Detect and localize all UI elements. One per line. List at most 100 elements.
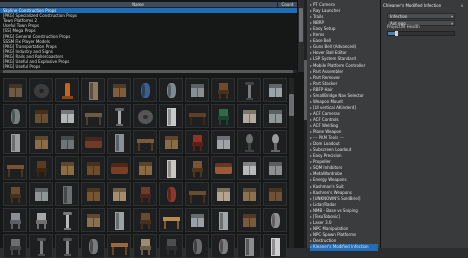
tool-list-item[interactable]: ▸Kleaner's Modified Infection	[310, 244, 378, 251]
chair-icon[interactable]	[211, 78, 235, 102]
locker-icon[interactable]	[107, 130, 131, 154]
sign-icon[interactable]	[263, 78, 287, 102]
drawer-icon[interactable]	[133, 156, 157, 180]
infection-type-dropdown[interactable]: Infection ▾	[387, 13, 455, 19]
sofa-icon[interactable]	[107, 156, 131, 180]
table-icon[interactable]	[185, 104, 209, 128]
drawer-icon[interactable]	[159, 130, 183, 154]
cone-icon[interactable]	[55, 78, 79, 102]
table-horizontal-scrollbar[interactable]	[0, 70, 297, 73]
table-vertical-scroll-thumb[interactable]	[299, 8, 303, 42]
door-icon[interactable]	[263, 234, 287, 258]
barrel-icon[interactable]	[133, 78, 157, 102]
rack-icon[interactable]	[263, 104, 287, 128]
door-icon[interactable]	[159, 156, 183, 180]
vent-icon[interactable]	[29, 182, 53, 206]
stool-icon[interactable]	[3, 234, 27, 258]
sofa-icon[interactable]	[81, 130, 105, 154]
bucket-icon[interactable]	[3, 104, 27, 128]
cabinet-icon[interactable]	[107, 182, 131, 206]
slider-handle[interactable]	[394, 31, 398, 36]
pole-icon[interactable]	[237, 78, 261, 102]
table-icon[interactable]	[185, 182, 209, 206]
door-icon[interactable]	[81, 78, 105, 102]
cart-icon[interactable]	[55, 130, 79, 154]
table-icon[interactable]	[107, 234, 131, 258]
cabinet-icon[interactable]	[237, 104, 261, 128]
projectile-health-slider[interactable]	[387, 31, 455, 36]
locker-icon[interactable]	[211, 208, 235, 232]
box-icon[interactable]	[81, 156, 105, 180]
lamp-icon[interactable]	[29, 234, 53, 258]
wheel-icon[interactable]	[133, 104, 157, 128]
bucket-icon[interactable]	[81, 234, 105, 258]
barrel-icon[interactable]	[159, 182, 183, 206]
panel-icon[interactable]	[3, 130, 27, 154]
chair-icon[interactable]	[3, 182, 27, 206]
lamp-icon[interactable]	[107, 104, 131, 128]
tool-list-item-label: Kleaner's Modified Infection	[313, 244, 369, 249]
table-icon[interactable]	[159, 208, 183, 232]
panel-icon[interactable]	[237, 234, 261, 258]
fridge-icon[interactable]	[159, 104, 183, 128]
tool-list-item-label: Items	[313, 32, 325, 38]
tool-list-item-label: ACF Controls	[313, 116, 339, 122]
chair-icon[interactable]	[133, 182, 157, 206]
tool-list-scroll-thumb[interactable]	[304, 60, 307, 120]
column-header-count[interactable]: Count	[277, 2, 297, 7]
panel-title: Chleaner's Modified Infection	[383, 3, 442, 8]
chair-icon[interactable]	[185, 130, 209, 154]
crate-icon[interactable]	[237, 208, 261, 232]
tire-icon[interactable]	[29, 78, 53, 102]
tool-list-item-label: MetaWardrobe	[313, 171, 343, 177]
bench-icon[interactable]	[81, 104, 105, 128]
panel-icon[interactable]	[55, 182, 79, 206]
shelf-icon[interactable]	[81, 208, 105, 232]
crate-icon[interactable]	[81, 182, 105, 206]
stove-icon[interactable]	[237, 156, 261, 180]
statue-icon[interactable]	[263, 130, 287, 154]
pole-icon[interactable]	[55, 234, 79, 258]
lamp-icon[interactable]	[55, 208, 79, 232]
stool-icon[interactable]	[29, 208, 53, 232]
bucket-icon[interactable]	[211, 234, 235, 258]
chevron-right-icon: ▸	[310, 110, 313, 116]
shelf-icon[interactable]	[211, 130, 235, 154]
close-icon[interactable]: x	[459, 3, 465, 9]
table-icon[interactable]	[3, 156, 27, 180]
pallet-icon[interactable]	[3, 78, 27, 102]
chair-icon[interactable]	[133, 208, 157, 232]
prop-grid-scroll-thumb[interactable]	[289, 94, 294, 116]
drawer-icon[interactable]	[211, 182, 235, 206]
cabinet-icon[interactable]	[185, 208, 209, 232]
box-icon[interactable]	[237, 182, 261, 206]
prop-grid-scrollbar[interactable]	[289, 78, 294, 248]
chair-icon[interactable]	[159, 234, 183, 258]
chevron-right-icon: ▸	[310, 92, 313, 98]
bed-icon[interactable]	[211, 156, 235, 180]
crate-icon[interactable]	[263, 182, 287, 206]
desk-icon[interactable]	[133, 130, 157, 154]
chair-icon[interactable]	[29, 156, 53, 180]
vase-icon[interactable]	[263, 208, 287, 232]
stool-icon[interactable]	[133, 234, 157, 258]
crate-icon[interactable]	[55, 156, 79, 180]
panel-icon[interactable]	[107, 208, 131, 232]
column-header-name[interactable]: Name	[0, 2, 276, 7]
vase-icon[interactable]	[185, 234, 209, 258]
box-icon[interactable]	[29, 104, 53, 128]
chair-icon[interactable]	[3, 208, 27, 232]
tree-icon[interactable]	[237, 130, 261, 154]
table-row[interactable]: [PKG] Useful Props	[0, 64, 297, 69]
crate-icon[interactable]	[29, 130, 53, 154]
tool-list-item-label: SmallBridge Nav Selector	[313, 92, 364, 98]
shelf-icon[interactable]	[263, 156, 287, 180]
table-horizontal-scroll-thumb[interactable]	[3, 70, 293, 73]
tool-list-scrollbar[interactable]	[304, 0, 307, 248]
barrel-icon[interactable]	[159, 78, 183, 102]
stool-icon[interactable]	[211, 104, 235, 128]
cabinet-icon[interactable]	[185, 78, 209, 102]
crate-icon[interactable]	[107, 78, 131, 102]
chair-icon[interactable]	[185, 156, 209, 180]
pipe-icon[interactable]	[55, 104, 79, 128]
